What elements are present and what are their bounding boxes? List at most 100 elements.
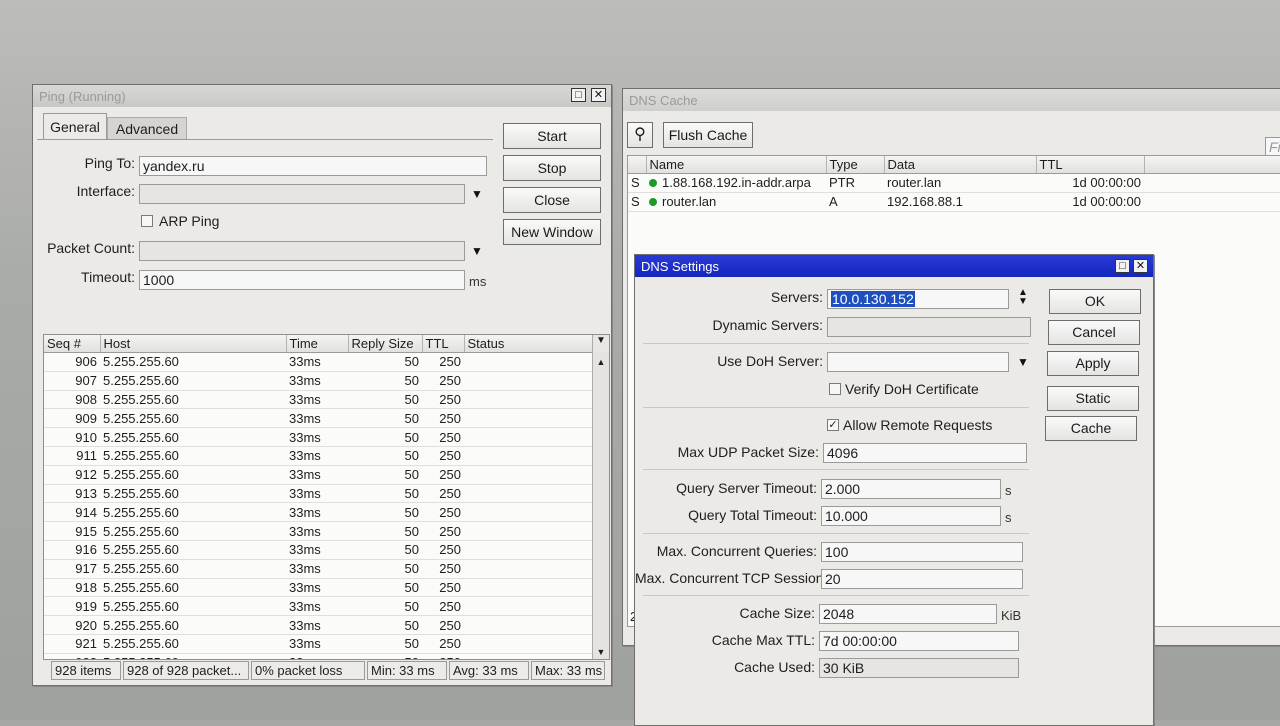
query-total-timeout-field[interactable]: 10.000 bbox=[821, 506, 1001, 526]
table-row[interactable]: 909 5.255.255.60 33ms 50 250 bbox=[44, 408, 592, 429]
interface-dropdown-icon[interactable]: ▼ bbox=[471, 187, 483, 201]
start-button[interactable]: Start bbox=[503, 123, 601, 149]
use-doh-field[interactable] bbox=[827, 352, 1009, 372]
interface-field[interactable] bbox=[139, 184, 465, 204]
max-udp-field[interactable]: 4096 bbox=[823, 443, 1027, 463]
table-row[interactable]: 916 5.255.255.60 33ms 50 250 bbox=[44, 540, 592, 560]
dns-settings-titlebar[interactable]: DNS Settings bbox=[635, 255, 1153, 277]
tab-general[interactable]: General bbox=[43, 113, 107, 140]
table-row[interactable]: 917 5.255.255.60 33ms 50 250 bbox=[44, 559, 592, 579]
flush-cache-button[interactable]: Flush Cache bbox=[663, 122, 753, 148]
cell-ttl: 250 bbox=[422, 390, 464, 410]
table-row[interactable]: 912 5.255.255.60 33ms 50 250 bbox=[44, 465, 592, 485]
row-name: router.lan bbox=[662, 194, 717, 210]
table-row[interactable]: 9225.255.255.6033ms50250 bbox=[44, 653, 592, 659]
timeout-field[interactable]: 1000 bbox=[139, 270, 465, 290]
cell-seq: 909 bbox=[44, 408, 100, 429]
row-type: A bbox=[826, 192, 884, 212]
ping-window-title: Ping (Running) bbox=[39, 88, 126, 104]
table-row[interactable]: 913 5.255.255.60 33ms 50 250 bbox=[44, 484, 592, 504]
cache-size-field[interactable]: 2048 bbox=[819, 604, 997, 624]
cell-reply-size: 50 bbox=[348, 578, 422, 598]
cell-time: 33ms bbox=[286, 408, 348, 429]
cache-max-ttl-field[interactable]: 7d 00:00:00 bbox=[819, 631, 1019, 651]
cell-reply-size: 50 bbox=[348, 352, 422, 372]
max-concurrent-tcp-field[interactable]: 20 bbox=[821, 569, 1023, 589]
cache-used-label: Cache Used: bbox=[734, 659, 815, 675]
col-ttl[interactable]: TTL bbox=[1036, 156, 1145, 174]
servers-updown-icon[interactable]: ▲ ▼ bbox=[1018, 288, 1028, 307]
table-row[interactable]: 906 5.255.255.60 33ms 50 250 bbox=[44, 352, 592, 372]
ok-button[interactable]: OK bbox=[1049, 289, 1141, 314]
cell-reply-size: 50 bbox=[348, 484, 422, 504]
table-row[interactable]: 911 5.255.255.60 33ms 50 250 bbox=[44, 446, 592, 466]
cell-seq: 913 bbox=[44, 484, 100, 504]
table-row[interactable]: 908 5.255.255.60 33ms 50 250 bbox=[44, 390, 592, 410]
allow-remote-checkbox[interactable]: ✓ bbox=[827, 419, 839, 431]
col-name[interactable]: Name bbox=[646, 156, 827, 174]
static-button[interactable]: Static bbox=[1047, 386, 1139, 411]
query-server-timeout-field[interactable]: 2.000 bbox=[821, 479, 1001, 499]
table-row[interactable]: 914 5.255.255.60 33ms 50 250 bbox=[44, 502, 592, 523]
table-scrollbar[interactable]: ▲ ▼ bbox=[592, 335, 609, 659]
col-reply-size[interactable]: Reply Size bbox=[348, 335, 423, 353]
cell-seq: 915 bbox=[44, 521, 100, 541]
close-icon[interactable]: ✕ bbox=[1133, 259, 1148, 273]
close-button[interactable]: Close bbox=[503, 187, 601, 213]
col-seq[interactable]: Seq # bbox=[44, 335, 101, 353]
scroll-down-icon[interactable]: ▼ bbox=[593, 647, 609, 657]
max-concurrent-queries-field[interactable]: 100 bbox=[821, 542, 1023, 562]
close-icon[interactable]: ✕ bbox=[591, 88, 606, 102]
col-status[interactable]: Status bbox=[464, 335, 593, 353]
cell-reply-size: 50 bbox=[348, 465, 422, 485]
cell-host: 5.255.255.60 bbox=[100, 484, 286, 504]
verify-doh-checkbox[interactable] bbox=[829, 383, 841, 395]
servers-field[interactable]: 10.0.130.152 bbox=[827, 289, 1009, 309]
col-type[interactable]: Type bbox=[826, 156, 885, 174]
cell-time: 33ms bbox=[286, 521, 348, 541]
col-ttl[interactable]: TTL bbox=[422, 335, 465, 353]
maximize-icon[interactable]: □ bbox=[571, 88, 586, 102]
cache-button[interactable]: Cache bbox=[1045, 416, 1137, 441]
cell-ttl: 250 bbox=[422, 352, 464, 372]
cell-time: 33ms bbox=[286, 427, 348, 447]
stop-button[interactable]: Stop bbox=[503, 155, 601, 181]
table-row[interactable]: 915 5.255.255.60 33ms 50 250 bbox=[44, 521, 592, 541]
dns-cache-titlebar[interactable]: DNS Cache bbox=[623, 89, 1280, 111]
find-field[interactable]: Fi bbox=[1265, 137, 1280, 157]
ping-status-bar: 928 items 928 of 928 packet... 0% packet… bbox=[51, 661, 607, 680]
packet-count-field[interactable] bbox=[139, 241, 465, 261]
table-row[interactable]: 918 5.255.255.60 33ms 50 250 bbox=[44, 578, 592, 598]
tab-advanced[interactable]: Advanced bbox=[107, 117, 187, 140]
ping-titlebar[interactable]: Ping (Running) bbox=[33, 85, 611, 107]
table-row[interactable]: S 1.88.168.192.in-addr.arpa PTR router.l… bbox=[628, 173, 1280, 193]
new-window-button[interactable]: New Window bbox=[503, 219, 601, 245]
use-doh-dropdown-icon[interactable]: ▼ bbox=[1017, 355, 1029, 369]
col-data[interactable]: Data bbox=[884, 156, 1037, 174]
cell-seq: 911 bbox=[44, 446, 100, 466]
table-row[interactable]: S router.lan A 192.168.88.1 1d 00:00:00 bbox=[628, 192, 1280, 212]
apply-button[interactable]: Apply bbox=[1047, 351, 1139, 376]
columns-menu-icon[interactable]: ▼ bbox=[592, 335, 609, 352]
table-row[interactable]: 920 5.255.255.60 33ms 50 250 bbox=[44, 615, 592, 635]
col-time[interactable]: Time bbox=[286, 335, 349, 353]
maximize-icon[interactable]: □ bbox=[1115, 259, 1130, 273]
table-row[interactable]: 907 5.255.255.60 33ms 50 250 bbox=[44, 371, 592, 391]
cell-reply-size: 50 bbox=[348, 596, 422, 617]
cell-reply-size: 50 bbox=[348, 540, 422, 560]
cell-seq: 919 bbox=[44, 596, 100, 617]
scroll-up-icon[interactable]: ▲ bbox=[593, 357, 609, 367]
filter-icon[interactable]: ⚲ bbox=[627, 122, 653, 148]
status-items: 928 items bbox=[51, 661, 121, 680]
cell-reply-size: 50 bbox=[348, 521, 422, 541]
arp-ping-checkbox[interactable] bbox=[141, 215, 153, 227]
cell-status bbox=[464, 615, 592, 635]
table-row[interactable]: 921 5.255.255.60 33ms 50 250 bbox=[44, 634, 592, 654]
cancel-button[interactable]: Cancel bbox=[1048, 320, 1140, 345]
col-host[interactable]: Host bbox=[100, 335, 287, 353]
table-row[interactable]: 919 5.255.255.60 33ms 50 250 bbox=[44, 596, 592, 617]
cell-host: 5.255.255.60 bbox=[100, 446, 286, 466]
ping-to-field[interactable]: yandex.ru bbox=[139, 156, 487, 176]
table-row[interactable]: 910 5.255.255.60 33ms 50 250 bbox=[44, 427, 592, 447]
packet-count-dropdown-icon[interactable]: ▼ bbox=[471, 244, 483, 258]
